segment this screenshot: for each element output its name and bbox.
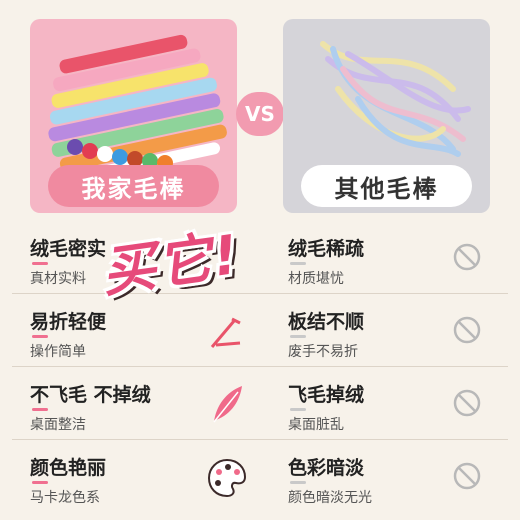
comparison-row: 易折轻便 操作简单 板结不顺 废手不易折 <box>12 295 508 367</box>
feature-subtitle: 操作简单 <box>30 344 86 360</box>
pipe-cleaner-icon <box>210 317 241 348</box>
palette-icon <box>207 458 247 498</box>
accent-bar <box>290 481 306 484</box>
accent-bar <box>32 481 48 484</box>
other-product-label: 其他毛棒 <box>301 165 472 207</box>
our-feature: 颜色艳丽 马卡龙色系 <box>30 441 250 513</box>
feature-subtitle: 桌面脏乱 <box>288 417 344 433</box>
prohibited-icon <box>453 316 481 344</box>
feature-subtitle: 废手不易折 <box>288 344 358 360</box>
feature-subtitle: 真材实料 <box>30 271 86 287</box>
accent-bar <box>290 408 306 411</box>
other-feature: 色彩暗淡 颜色暗淡无光 <box>288 441 488 513</box>
comparison-row: 不飞毛 不掉绒 桌面整洁 飞毛掉绒 桌面脏乱 <box>12 368 508 440</box>
other-feature: 绒毛稀疏 材质堪忧 <box>288 222 488 294</box>
other-product-panel: 其他毛棒 <box>283 19 490 213</box>
accent-bar <box>32 335 48 338</box>
feature-subtitle: 桌面整洁 <box>30 417 86 433</box>
buy-it-stamp: 买它! <box>85 214 255 304</box>
other-feature: 板结不顺 废手不易折 <box>288 295 488 367</box>
prohibited-icon <box>453 243 481 271</box>
feature-title: 不飞毛 不掉绒 <box>30 384 151 406</box>
accent-bar <box>290 262 306 265</box>
feather-icon <box>213 386 242 423</box>
prohibited-icon <box>453 389 481 417</box>
feature-subtitle: 材质堪忧 <box>288 271 344 287</box>
accent-bar <box>32 408 48 411</box>
vs-badge: VS <box>236 92 284 136</box>
prohibited-icon <box>453 462 481 490</box>
accent-bar <box>32 262 48 265</box>
our-product-label: 我家毛棒 <box>48 165 219 207</box>
our-feature: 不飞毛 不掉绒 桌面整洁 <box>30 368 250 440</box>
feature-title: 飞毛掉绒 <box>288 384 365 406</box>
feature-title: 绒毛稀疏 <box>288 238 365 260</box>
stamp-text: 买它! <box>97 222 244 304</box>
accent-bar <box>290 335 306 338</box>
other-feature: 飞毛掉绒 桌面脏乱 <box>288 368 488 440</box>
comparison-row: 颜色艳丽 马卡龙色系 色彩暗淡 颜色暗淡无光 <box>12 441 508 513</box>
our-product-panel: 我家毛棒 <box>30 19 237 213</box>
feature-title: 板结不顺 <box>288 311 365 333</box>
feature-subtitle: 马卡龙色系 <box>30 490 100 506</box>
feature-title: 色彩暗淡 <box>288 457 365 479</box>
feature-subtitle: 颜色暗淡无光 <box>288 490 372 506</box>
feature-title: 颜色艳丽 <box>30 457 107 479</box>
